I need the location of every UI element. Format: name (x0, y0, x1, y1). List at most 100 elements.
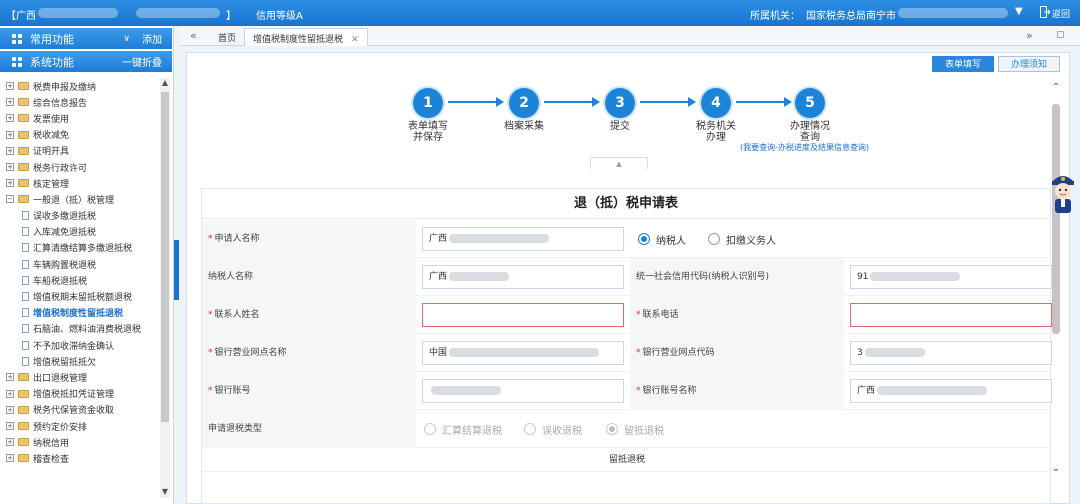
sidebar-item[interactable]: 石脑油、燃料油消费税退税 (6, 321, 162, 337)
sidebar-item[interactable]: + 预约定价安排 (6, 418, 162, 434)
tab-next-icon[interactable]: » (1026, 29, 1033, 42)
add-button[interactable]: 添加 (142, 31, 162, 46)
taxpayer-input[interactable]: 广西 (422, 265, 624, 289)
tab-prev-icon[interactable]: « (190, 29, 197, 42)
credit-code-label: 统一社会信用代码(纳税人识别号) (630, 258, 844, 296)
contact-input[interactable] (422, 303, 624, 327)
collapse-icon[interactable]: − (6, 195, 14, 204)
assistant-mascot-icon[interactable] (1046, 170, 1080, 220)
credit-code-input[interactable]: 91 (850, 265, 1052, 289)
expand-icon[interactable]: + (6, 98, 14, 107)
radio-selected-icon[interactable] (638, 233, 650, 245)
sidebar-item[interactable]: + 税务代保管资金收取 (6, 402, 162, 418)
scroll-up-icon[interactable]: ▲ (160, 78, 170, 87)
sidebar-item-label: 增值税抵扣凭证管理 (33, 390, 115, 401)
expand-icon[interactable]: + (6, 454, 14, 463)
radio-icon[interactable] (424, 423, 436, 435)
document-icon (22, 308, 29, 318)
expand-icon[interactable]: + (6, 389, 14, 398)
sidebar-item[interactable]: + 出口退税管理 (6, 369, 162, 385)
common-functions-header[interactable]: 常用功能 ∨ 添加 (0, 28, 172, 49)
scroll-up-icon[interactable]: ⌃ (1049, 82, 1063, 93)
tab-form-fill[interactable]: 表单填写 (932, 56, 994, 72)
account-name-input[interactable]: 广西 (850, 379, 1052, 403)
expand-icon[interactable]: + (6, 114, 14, 123)
chevron-down-icon[interactable]: ∨ (123, 34, 130, 44)
sidebar-item[interactable]: 汇算清缴结算多缴退抵税 (6, 240, 162, 256)
expand-icon[interactable]: + (6, 438, 14, 447)
expand-icon[interactable]: + (6, 373, 14, 382)
expand-icon[interactable]: + (6, 130, 14, 139)
sidebar-item[interactable]: 增值税期末留抵税额退税 (6, 288, 162, 304)
sidebar-item[interactable]: − 一般退（抵）税管理 (6, 191, 162, 207)
common-functions-label: 常用功能 (30, 32, 74, 46)
sidebar-item[interactable]: 误收多缴退抵税 (6, 208, 162, 224)
expand-icon[interactable]: + (6, 422, 14, 431)
sidebar-item[interactable]: + 证明开具 (6, 143, 162, 159)
radio-icon[interactable] (524, 423, 536, 435)
collapse-all-button[interactable]: 一键折叠 (122, 54, 162, 69)
scroll-thumb[interactable] (161, 92, 169, 422)
bank-branch-input[interactable]: 中国 (422, 341, 624, 365)
expand-icon[interactable]: + (6, 146, 14, 155)
refund-type-label: 申请退税类型 (202, 410, 416, 448)
masked-text (38, 8, 118, 18)
expand-icon[interactable]: + (6, 163, 14, 172)
expand-icon[interactable]: + (6, 405, 14, 414)
radio-credit-refund[interactable]: 留抵退税 (606, 410, 664, 448)
tab-home[interactable]: 首页 (210, 28, 244, 46)
sidebar-item[interactable]: + 增值税抵扣凭证管理 (6, 386, 162, 402)
sidebar-item[interactable]: 不予加收滞纳金确认 (6, 337, 162, 353)
expand-icon[interactable]: + (6, 179, 14, 188)
radio-withholder[interactable]: 扣缴义务人 (708, 220, 776, 258)
radio-mistaken-refund[interactable]: 误收退税 (524, 410, 582, 448)
applicant-input[interactable]: 广西 (422, 227, 624, 251)
collapse-steps-toggle[interactable]: ▲ (590, 157, 648, 169)
folder-icon (18, 146, 29, 155)
folder-icon (18, 405, 29, 414)
radio-settlement-refund[interactable]: 汇算结算退税 (424, 410, 502, 448)
sidebar-item[interactable]: 入库减免退抵税 (6, 224, 162, 240)
sidebar-item[interactable]: + 稽查检查 (6, 450, 162, 466)
step-query-link[interactable]: (我要查询-办税进度及结果信息查询) (740, 143, 869, 153)
sidebar-scrollbar[interactable]: ▲ ▼ (160, 78, 170, 498)
close-icon[interactable]: ✕ (351, 35, 359, 45)
bank-account-row: * 银行账号 * 银行账号名称 广西 (202, 372, 1052, 410)
sidebar-item[interactable]: + 税收减免 (6, 127, 162, 143)
sidebar-item-label: 增值税期末留抵税额退税 (33, 293, 133, 304)
radio-icon[interactable] (708, 233, 720, 245)
step-number: 4 (701, 88, 731, 118)
sidebar-collapse-handle[interactable] (174, 240, 179, 300)
logout-icon[interactable] (1040, 6, 1051, 21)
document-icon (22, 292, 29, 302)
sidebar-item[interactable]: + 税务行政许可 (6, 159, 162, 175)
sidebar-item[interactable]: + 税费申报及缴纳 (6, 78, 162, 94)
tab-current[interactable]: 增值税制度性留抵退税 ✕ (244, 28, 368, 46)
sidebar-item[interactable]: 车辆购置税退税 (6, 256, 162, 272)
folder-icon (18, 373, 29, 382)
system-functions-header[interactable]: 系统功能 一键折叠 (0, 51, 172, 72)
bank-code-input[interactable]: 3 (850, 341, 1052, 365)
tab-notice[interactable]: 办理须知 (998, 56, 1060, 72)
expand-icon[interactable]: + (6, 82, 14, 91)
sidebar-item[interactable]: 增值税制度性留抵退税 (6, 305, 162, 321)
scroll-down-icon[interactable]: ▼ (160, 487, 170, 496)
step-label: 办理情况 查询 (790, 121, 830, 143)
sidebar-item[interactable]: 增值税留抵抵欠 (6, 353, 162, 369)
radio-selected-icon[interactable] (606, 423, 618, 435)
sidebar-item[interactable]: + 综合信息报告 (6, 94, 162, 110)
sidebar-item[interactable]: + 纳税信用 (6, 434, 162, 450)
office-dropdown-icon[interactable]: ▼ (1015, 6, 1023, 17)
maximize-icon[interactable]: ▢ (1056, 30, 1065, 40)
bank-account-input[interactable] (422, 379, 624, 403)
back-button[interactable]: 返回 (1052, 7, 1070, 20)
radio-taxpayer[interactable]: 纳税人 (638, 220, 686, 258)
phone-input[interactable] (850, 303, 1052, 327)
sidebar-item[interactable]: + 发票使用 (6, 110, 162, 126)
sidebar-item-label: 税务行政许可 (33, 163, 88, 174)
step-5: 5 办理情况 查询 (我要查询-办税进度及结果信息查询) (740, 88, 869, 153)
sidebar: 常用功能 ∨ 添加 系统功能 一键折叠 + 税费申报及缴纳 + 综合信息报告 + 发票使用… (0, 26, 174, 504)
document-icon (22, 211, 29, 221)
sidebar-item[interactable]: + 核定管理 (6, 175, 162, 191)
sidebar-item[interactable]: 车船税退抵税 (6, 272, 162, 288)
